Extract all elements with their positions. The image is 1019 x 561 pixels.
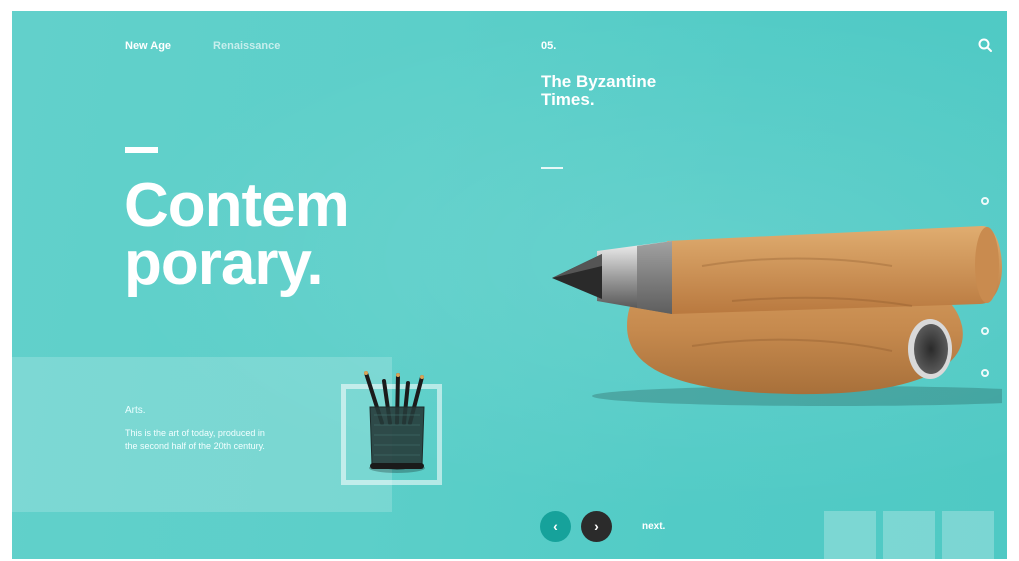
feature-tag-line bbox=[541, 167, 563, 169]
issue-number: 05. bbox=[541, 40, 557, 52]
pencil-cup-image bbox=[364, 371, 425, 473]
feature-title: The Byzantine Times. bbox=[541, 72, 657, 109]
nav-item-renaissance[interactable]: Renaissance bbox=[213, 40, 280, 52]
thumbnail-1[interactable] bbox=[824, 511, 876, 559]
next-button[interactable]: › bbox=[581, 511, 612, 542]
headline-dash bbox=[125, 147, 158, 153]
thumbnail-3[interactable] bbox=[942, 511, 994, 559]
page-title: Contem porary. bbox=[124, 171, 350, 298]
chevron-right-icon: › bbox=[594, 518, 599, 534]
thumbnail-2[interactable] bbox=[883, 511, 935, 559]
chevron-left-icon: ‹ bbox=[553, 518, 558, 534]
arts-description: This is the art of today, produced in th… bbox=[125, 428, 265, 451]
hero-stage: New Age Renaissance Contem porary. Arts.… bbox=[12, 11, 1007, 559]
title-line-1: Contem bbox=[124, 171, 350, 240]
wooden-pencil-holder-image bbox=[552, 226, 1002, 406]
search-icon[interactable] bbox=[977, 37, 993, 53]
previous-button[interactable]: ‹ bbox=[540, 511, 571, 542]
next-link[interactable]: next. bbox=[642, 521, 665, 532]
arts-title: Arts. bbox=[125, 405, 146, 416]
nav-item-new-age[interactable]: New Age bbox=[125, 40, 171, 52]
slide-dot-1[interactable] bbox=[981, 197, 989, 205]
top-nav: New Age Renaissance bbox=[125, 40, 280, 52]
title-line-2: porary. bbox=[124, 229, 324, 298]
